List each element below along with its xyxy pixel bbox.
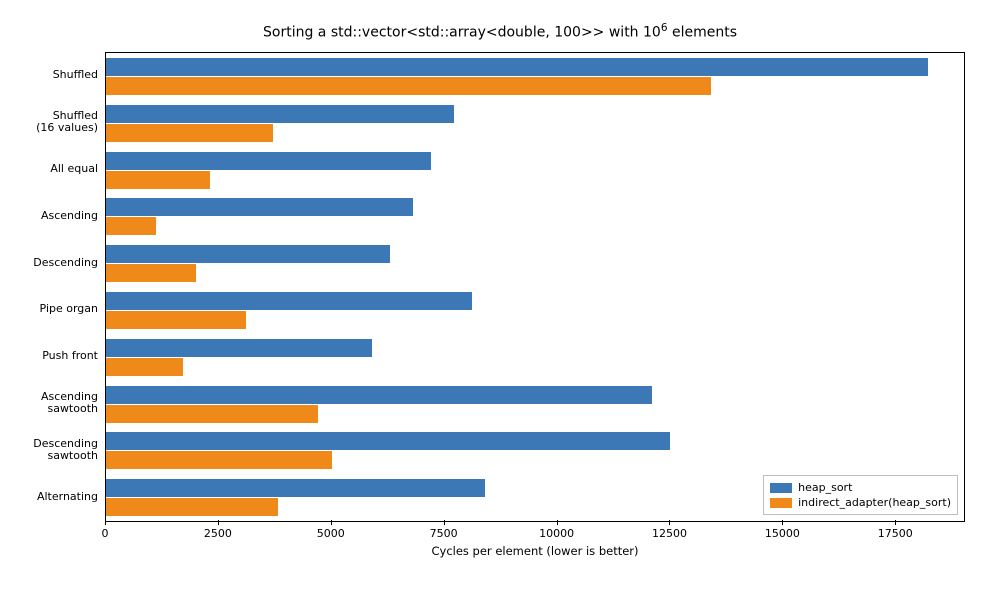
x-tick-mark [782,520,783,525]
x-tick-label: 12500 [652,527,687,540]
x-tick-label: 7500 [430,527,458,540]
chart-title: Sorting a std::vector<std::array<double,… [0,22,1000,41]
bar-heap-sort [106,479,485,497]
y-tick-label: Descending sawtooth [3,438,98,462]
bar-indirect-adapter [106,451,332,469]
legend-swatch-icon [770,498,792,508]
x-tick-label: 17500 [878,527,913,540]
bar-indirect-adapter [106,405,318,423]
bar-indirect-adapter [106,311,246,329]
figure: Sorting a std::vector<std::array<double,… [0,0,1000,600]
x-axis-label: Cycles per element (lower is better) [105,544,965,558]
x-tick-mark [895,520,896,525]
bar-heap-sort [106,198,413,216]
legend-label: indirect_adapter(heap_sort) [798,496,951,509]
bar-heap-sort [106,58,928,76]
axes: heap_sort indirect_adapter(heap_sort) [105,52,965,522]
x-tick-label: 0 [102,527,109,540]
legend: heap_sort indirect_adapter(heap_sort) [763,475,958,515]
bar-heap-sort [106,105,454,123]
x-tick-label: 5000 [317,527,345,540]
legend-entry: indirect_adapter(heap_sort) [770,495,951,510]
y-tick-label: Ascending [3,210,98,222]
x-tick-label: 15000 [765,527,800,540]
x-tick-mark [331,520,332,525]
legend-swatch-icon [770,483,792,493]
bar-indirect-adapter [106,358,183,376]
bar-indirect-adapter [106,498,278,516]
y-tick-label: Shuffled (16 values) [3,110,98,134]
x-tick-mark [105,520,106,525]
bar-heap-sort [106,292,472,310]
y-tick-label: Alternating [3,491,98,503]
x-tick-mark [218,520,219,525]
y-tick-label: Descending [3,257,98,269]
bar-indirect-adapter [106,264,196,282]
bar-heap-sort [106,339,372,357]
y-tick-label: Shuffled [3,69,98,81]
x-tick-label: 10000 [539,527,574,540]
x-tick-label: 2500 [204,527,232,540]
bar-indirect-adapter [106,124,273,142]
bar-indirect-adapter [106,77,711,95]
y-tick-label: All equal [3,163,98,175]
legend-label: heap_sort [798,481,852,494]
x-tick-mark [557,520,558,525]
y-tick-label: Pipe organ [3,303,98,315]
bar-heap-sort [106,432,670,450]
y-tick-label: Ascending sawtooth [3,391,98,415]
bar-heap-sort [106,245,390,263]
y-tick-label: Push front [3,350,98,362]
x-tick-mark [444,520,445,525]
bar-indirect-adapter [106,171,210,189]
bar-heap-sort [106,386,652,404]
x-tick-mark [669,520,670,525]
bar-indirect-adapter [106,217,156,235]
bar-heap-sort [106,152,431,170]
legend-entry: heap_sort [770,480,951,495]
